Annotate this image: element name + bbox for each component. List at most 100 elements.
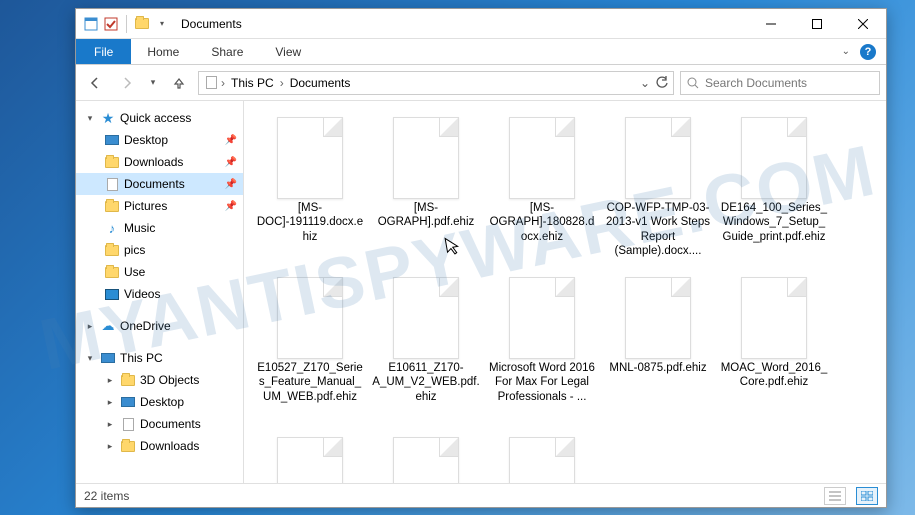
search-icon <box>687 77 699 89</box>
file-item[interactable]: Microsoft Word 2016 For Max For Legal Pr… <box>484 271 600 431</box>
sidebar-item-documents[interactable]: Documents 📌 <box>76 173 243 195</box>
status-bar: 22 items <box>76 483 886 507</box>
file-item[interactable]: DE164_100_Series_Windows_7_Setup_Guide_p… <box>716 111 832 271</box>
navigation-pane[interactable]: ▾ ★ Quick access Desktop📌Downloads📌Docum… <box>76 101 244 483</box>
details-view-button[interactable] <box>824 487 846 505</box>
file-item[interactable] <box>484 431 600 483</box>
file-name-label: DE164_100_Series_Windows_7_Setup_Guide_p… <box>720 201 828 244</box>
item-icon: ♪ <box>104 221 120 235</box>
sidebar-label: Quick access <box>120 111 191 125</box>
sidebar-item-videos[interactable]: Videos <box>76 283 243 305</box>
sidebar-item-label: 3D Objects <box>140 373 199 387</box>
tab-file[interactable]: File <box>76 39 131 64</box>
quick-access-toolbar: ▾ <box>82 15 171 33</box>
breadcrumb-documents[interactable]: Documents <box>286 74 355 92</box>
file-thumbnail <box>625 117 691 199</box>
address-bar[interactable]: › This PC › Documents ⌄ <box>198 71 674 95</box>
chevron-down-icon[interactable]: ▾ <box>84 113 96 124</box>
folder-icon[interactable] <box>133 15 151 33</box>
close-button[interactable] <box>840 9 886 39</box>
sidebar-item-downloads[interactable]: Downloads 📌 <box>76 151 243 173</box>
chevron-right-icon[interactable]: ▸ <box>84 321 96 332</box>
file-item[interactable]: MOAC_Word_2016_Core.pdf.ehiz <box>716 271 832 431</box>
sidebar-item-documents[interactable]: ▸Documents <box>76 413 243 435</box>
maximize-button[interactable] <box>794 9 840 39</box>
file-name-label: Microsoft Word 2016 For Max For Legal Pr… <box>488 361 596 404</box>
file-thumbnail <box>625 277 691 359</box>
refresh-button[interactable] <box>656 76 669 89</box>
sidebar-item-label: Downloads <box>124 155 183 169</box>
chevron-down-icon[interactable]: ▾ <box>84 353 96 364</box>
ribbon: File Home Share View ⌄ ? <box>76 39 886 65</box>
file-item[interactable]: [MS-OGRAPH]-180828.docx.ehiz <box>484 111 600 271</box>
forward-button[interactable] <box>114 71 140 95</box>
file-thumbnail <box>393 117 459 199</box>
file-list[interactable]: [MS-DOC]-191119.docx.ehiz[MS-OGRAPH].pdf… <box>244 101 886 483</box>
file-item[interactable]: [MS-OGRAPH].pdf.ehiz <box>368 111 484 271</box>
address-dropdown[interactable]: ⌄ <box>640 76 650 90</box>
checkmark-icon[interactable] <box>102 15 120 33</box>
ribbon-expand-icon[interactable]: ⌄ <box>842 46 850 57</box>
file-item[interactable]: E10527_Z170_Series_Feature_Manual_UM_WEB… <box>252 271 368 431</box>
sidebar-item-downloads[interactable]: ▸ Downloads <box>76 435 243 457</box>
sidebar-quick-access[interactable]: ▾ ★ Quick access <box>76 107 243 129</box>
tab-home[interactable]: Home <box>131 39 195 64</box>
tab-share[interactable]: Share <box>195 39 259 64</box>
sidebar-item-music[interactable]: ♪Music <box>76 217 243 239</box>
chevron-right-icon[interactable]: ▸ <box>104 419 116 430</box>
chevron-right-icon[interactable]: ▸ <box>104 375 116 386</box>
file-item[interactable]: COP-WFP-TMP-03-2013-v1 Work Steps Report… <box>600 111 716 271</box>
chevron-right-icon[interactable]: ▸ <box>104 441 116 452</box>
sidebar-item-pics[interactable]: pics <box>76 239 243 261</box>
file-item[interactable] <box>368 431 484 483</box>
sidebar-label: OneDrive <box>120 319 171 333</box>
file-thumbnail <box>277 277 343 359</box>
monitor-icon <box>100 351 116 365</box>
recent-locations-button[interactable]: ▾ <box>146 71 160 95</box>
sidebar-item-3d-objects[interactable]: ▸ 3D Objects <box>76 369 243 391</box>
item-icon <box>120 439 136 453</box>
sidebar-onedrive[interactable]: ▸ ☁ OneDrive <box>76 315 243 337</box>
chevron-right-icon[interactable]: ▸ <box>104 397 116 408</box>
large-icons-view-button[interactable] <box>856 487 878 505</box>
breadcrumb-this-pc[interactable]: This PC <box>227 74 278 92</box>
tab-view[interactable]: View <box>259 39 317 64</box>
file-name-label: [MS-DOC]-191119.docx.ehiz <box>256 201 364 244</box>
sidebar-item-label: Downloads <box>140 439 199 453</box>
star-icon: ★ <box>100 111 116 125</box>
file-thumbnail <box>277 117 343 199</box>
file-thumbnail <box>277 437 343 483</box>
file-item[interactable]: E10611_Z170-A_UM_V2_WEB.pdf.ehiz <box>368 271 484 431</box>
sidebar-item-desktop[interactable]: ▸ Desktop <box>76 391 243 413</box>
sidebar-item-label: Desktop <box>140 395 184 409</box>
item-icon <box>104 199 120 213</box>
file-name-label: E10611_Z170-A_UM_V2_WEB.pdf.ehiz <box>372 361 480 404</box>
sidebar-item-label: Documents <box>124 177 185 191</box>
sidebar-this-pc[interactable]: ▾ This PC <box>76 347 243 369</box>
file-name-label: MNL-0875.pdf.ehiz <box>609 361 706 375</box>
item-icon <box>104 133 120 147</box>
qat-dropdown-icon[interactable]: ▾ <box>153 15 171 33</box>
sidebar-item-pictures[interactable]: Pictures📌 <box>76 195 243 217</box>
main-area: ▾ ★ Quick access Desktop📌Downloads📌Docum… <box>76 101 886 483</box>
title-bar: ▾ Documents <box>76 9 886 39</box>
search-input[interactable]: Search Documents <box>680 71 880 95</box>
up-button[interactable] <box>166 71 192 95</box>
location-file-icon <box>203 76 219 90</box>
sidebar-item-desktop[interactable]: Desktop📌 <box>76 129 243 151</box>
pin-icon: 📌 <box>225 179 237 190</box>
item-icon <box>120 373 136 387</box>
sidebar-item-use[interactable]: Use <box>76 261 243 283</box>
file-item[interactable] <box>252 431 368 483</box>
minimize-button[interactable] <box>748 9 794 39</box>
properties-icon[interactable] <box>82 15 100 33</box>
file-item[interactable]: [MS-DOC]-191119.docx.ehiz <box>252 111 368 271</box>
sidebar-item-label: Desktop <box>124 133 168 147</box>
file-thumbnail <box>393 277 459 359</box>
window-controls <box>748 9 886 39</box>
chevron-right-icon: › <box>221 76 225 90</box>
back-button[interactable] <box>82 71 108 95</box>
help-icon[interactable]: ? <box>860 44 876 60</box>
pin-icon: 📌 <box>225 157 237 168</box>
file-item[interactable]: MNL-0875.pdf.ehiz <box>600 271 716 431</box>
